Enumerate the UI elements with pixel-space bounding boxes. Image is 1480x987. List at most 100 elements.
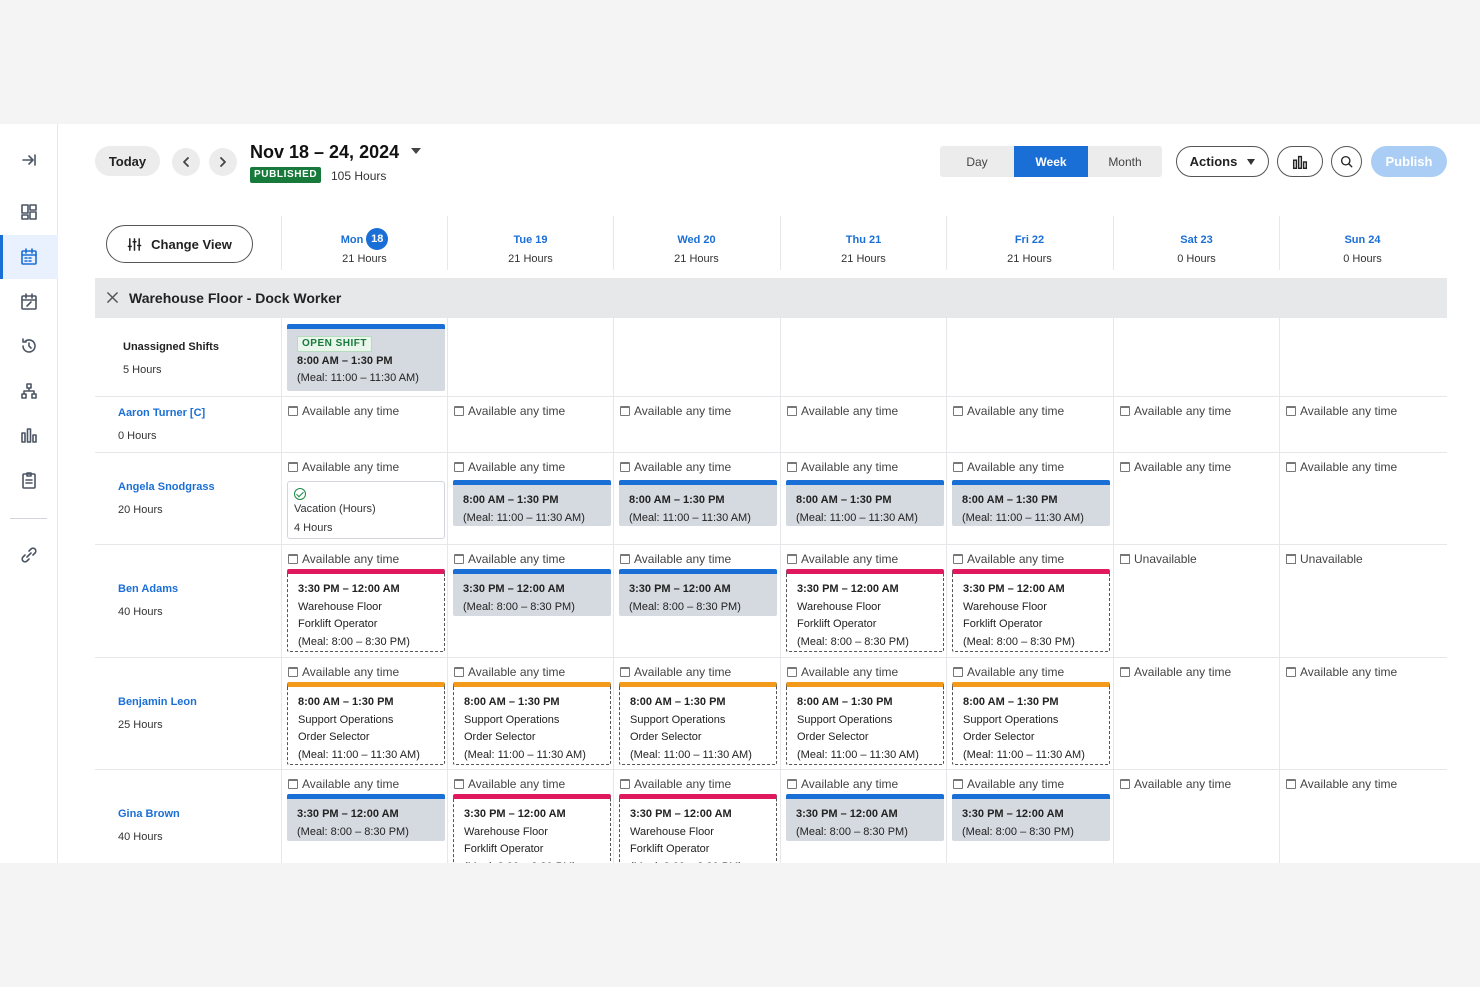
shift-card[interactable]: 8:00 AM – 1:30 PM Support Operations Order…: [952, 682, 1110, 765]
day-cell[interactable]: Available any time 8:00 AM – 1:30 PM Supp…: [447, 658, 613, 769]
unavailability: Unavailable: [1286, 552, 1363, 566]
employee-name[interactable]: Aaron Turner [C]: [118, 407, 205, 419]
integration-icon[interactable]: [0, 533, 58, 577]
shift-card[interactable]: 3:30 PM – 12:00 AM (Meal: 8:00 – 8:30 PM): [952, 794, 1110, 841]
shift-card[interactable]: 3:30 PM – 12:00 AM (Meal: 8:00 – 8:30 PM): [287, 794, 445, 841]
employee-name[interactable]: Gina Brown: [118, 808, 180, 820]
day-cell[interactable]: Available any time: [613, 397, 779, 452]
day-cell[interactable]: Available any time 8:00 AM – 1:30 PM (Mea…: [447, 453, 613, 544]
day-cell[interactable]: Available any time: [1279, 658, 1445, 769]
day-cell[interactable]: Available any time: [447, 397, 613, 452]
shift-card[interactable]: 8:00 AM – 1:30 PM Support Operations Order…: [287, 682, 445, 765]
analytics-button[interactable]: [1277, 146, 1323, 177]
time-history-icon[interactable]: [0, 324, 58, 368]
day-cell[interactable]: Available any time 3:30 PM – 12:00 AM (Me…: [281, 770, 447, 863]
day-cell[interactable]: Available any time 8:00 AM – 1:30 PM Supp…: [613, 658, 779, 769]
dashboard-icon[interactable]: [0, 190, 58, 234]
day-cell: [1113, 318, 1279, 396]
day-header-sun[interactable]: Sun 24 0 Hours: [1279, 216, 1445, 270]
day-cell[interactable]: Available any time 8:00 AM – 1:30 PM (Mea…: [613, 453, 779, 544]
day-header-mon[interactable]: Mon 18 21 Hours: [281, 216, 447, 270]
publish-button[interactable]: Publish: [1371, 146, 1447, 177]
day-cell[interactable]: Available any time 3:30 PM – 12:00 AM (Me…: [946, 770, 1112, 863]
day-header-fri[interactable]: Fri 22 21 Hours: [946, 216, 1112, 270]
day-cell[interactable]: Available any time: [1279, 770, 1445, 863]
calendar-icon: [787, 462, 797, 472]
calendar-icon: [620, 554, 630, 564]
today-button[interactable]: Today: [95, 146, 160, 176]
shift-card[interactable]: 8:00 AM – 1:30 PM Support Operations Order…: [786, 682, 944, 765]
shift-card[interactable]: 8:00 AM – 1:30 PM (Meal: 11:00 – 11:30 AM…: [786, 480, 944, 526]
open-shift-card[interactable]: OPEN SHIFT 8:00 AM – 1:30 PM (Meal: 11:0…: [287, 324, 445, 391]
shift-card[interactable]: 8:00 AM – 1:30 PM Support Operations Order…: [619, 682, 777, 765]
day-cell[interactable]: Available any time 3:30 PM – 12:00 AM (Me…: [780, 770, 946, 863]
day-cell[interactable]: Available any time: [1279, 453, 1445, 544]
calendar-edit-icon[interactable]: [0, 280, 58, 324]
prev-week-button[interactable]: [172, 148, 200, 176]
shift-card[interactable]: 3:30 PM – 12:00 AM (Meal: 8:00 – 8:30 PM): [453, 569, 611, 616]
day-cell[interactable]: Available any time 3:30 PM – 12:00 AM (Me…: [613, 545, 779, 657]
day-cell[interactable]: Available any time 3:30 PM – 12:00 AM War…: [613, 770, 779, 863]
shift-card[interactable]: 3:30 PM – 12:00 AM Warehouse Floor Forklif…: [952, 569, 1110, 652]
day-cell[interactable]: Available any time 8:00 AM – 1:30 PM (Mea…: [780, 453, 946, 544]
availability: Available any time: [1286, 665, 1397, 679]
shift-card[interactable]: 8:00 AM – 1:30 PM (Meal: 11:00 – 11:30 AM…: [619, 480, 777, 526]
reports-icon[interactable]: [0, 413, 58, 457]
shift-card[interactable]: 3:30 PM – 12:00 AM Warehouse Floor Forklif…: [287, 569, 445, 652]
employee-name[interactable]: Benjamin Leon: [118, 696, 197, 708]
search-button[interactable]: [1331, 146, 1362, 177]
day-cell[interactable]: Available any time: [1279, 397, 1445, 452]
day-cell[interactable]: Available any time 3:30 PM – 12:00 AM (Me…: [447, 545, 613, 657]
day-cell[interactable]: Available any time: [1113, 770, 1279, 863]
employee-name[interactable]: Ben Adams: [118, 583, 178, 595]
shift-card[interactable]: 8:00 AM – 1:30 PM (Meal: 11:00 – 11:30 AM…: [453, 480, 611, 526]
day-header-thu[interactable]: Thu 21 21 Hours: [780, 216, 946, 270]
availability: Available any time: [620, 777, 731, 791]
day-cell[interactable]: Available any time Vacation (Hours) 4 Ho…: [281, 453, 447, 544]
shift-card[interactable]: 3:30 PM – 12:00 AM (Meal: 8:00 – 8:30 PM): [619, 569, 777, 616]
actions-button[interactable]: Actions: [1176, 146, 1269, 177]
day-cell[interactable]: Available any time 3:30 PM – 12:00 AM War…: [780, 545, 946, 657]
day-cell[interactable]: Available any time: [1113, 397, 1279, 452]
shift-card[interactable]: 3:30 PM – 12:00 AM Warehouse Floor Forklif…: [619, 794, 777, 863]
day-cell[interactable]: Available any time: [281, 397, 447, 452]
org-chart-icon[interactable]: [0, 369, 58, 413]
day-cell[interactable]: Available any time 8:00 AM – 1:30 PM Supp…: [946, 658, 1112, 769]
day-cell[interactable]: Available any time 3:30 PM – 12:00 AM War…: [946, 545, 1112, 657]
day-cell[interactable]: Available any time 8:00 AM – 1:30 PM Supp…: [780, 658, 946, 769]
next-week-button[interactable]: [209, 148, 237, 176]
day-cell[interactable]: Available any time: [1113, 658, 1279, 769]
day-cell[interactable]: Available any time 8:00 AM – 1:30 PM (Mea…: [946, 453, 1112, 544]
day-hours: 21 Hours: [674, 253, 719, 265]
day-cell[interactable]: Available any time 3:30 PM – 12:00 AM War…: [447, 770, 613, 863]
day-header-tue[interactable]: Tue 19 21 Hours: [447, 216, 613, 270]
shift-card[interactable]: 3:30 PM – 12:00 AM Warehouse Floor Forklif…: [786, 569, 944, 652]
employee-name[interactable]: Angela Snodgrass: [118, 481, 215, 493]
day-header-wed[interactable]: Wed 20 21 Hours: [613, 216, 779, 270]
day-header-sat[interactable]: Sat 23 0 Hours: [1113, 216, 1279, 270]
total-hours: 105 Hours: [331, 169, 387, 183]
day-cell[interactable]: Available any time: [1113, 453, 1279, 544]
close-group-icon[interactable]: [95, 291, 129, 304]
view-week-button[interactable]: Week: [1014, 146, 1088, 177]
change-view-button[interactable]: Change View: [106, 225, 253, 263]
day-cell[interactable]: Available any time: [946, 397, 1112, 452]
day-cell[interactable]: Available any time 3:30 PM – 12:00 AM War…: [281, 545, 447, 657]
collapse-sidebar-icon[interactable]: [0, 138, 58, 182]
shift-card[interactable]: 3:30 PM – 12:00 AM (Meal: 8:00 – 8:30 PM): [786, 794, 944, 841]
shift-card[interactable]: 3:30 PM – 12:00 AM Warehouse Floor Forklif…: [453, 794, 611, 863]
shift-card[interactable]: 8:00 AM – 1:30 PM (Meal: 11:00 – 11:30 AM…: [952, 480, 1110, 526]
day-cell[interactable]: Available any time: [780, 397, 946, 452]
date-range-title[interactable]: Nov 18 – 24, 2024: [250, 142, 399, 163]
view-day-button[interactable]: Day: [940, 146, 1014, 177]
day-cell[interactable]: Unavailable: [1279, 545, 1445, 657]
view-toggle: Day Week Month: [940, 146, 1162, 177]
day-cell[interactable]: Available any time 8:00 AM – 1:30 PM Supp…: [281, 658, 447, 769]
shift-card[interactable]: 8:00 AM – 1:30 PM Support Operations Order…: [453, 682, 611, 765]
clipboard-icon[interactable]: [0, 458, 58, 502]
day-cell[interactable]: Unavailable: [1113, 545, 1279, 657]
time-off-card[interactable]: Vacation (Hours) 4 Hours: [287, 481, 445, 539]
view-month-button[interactable]: Month: [1088, 146, 1162, 177]
date-range-dropdown-icon[interactable]: [411, 148, 421, 154]
schedule-icon[interactable]: [0, 235, 58, 279]
